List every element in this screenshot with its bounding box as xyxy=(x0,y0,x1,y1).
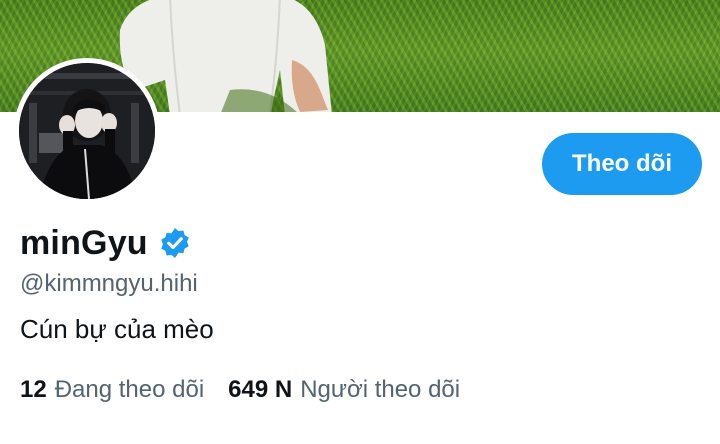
profile-avatar[interactable] xyxy=(14,58,160,204)
verified-badge-icon[interactable] xyxy=(158,226,192,260)
following-count: 12 xyxy=(20,376,47,403)
follow-button[interactable]: Theo dõi xyxy=(542,133,702,195)
display-name: minGyu xyxy=(20,223,148,262)
following-label: Đang theo dõi xyxy=(54,376,205,403)
profile-stats: 12 Đang theo dõi 649 N Người theo dõi xyxy=(20,376,484,404)
profile-bio: Cún bự của mèo xyxy=(20,314,214,344)
followers-count: 649 N xyxy=(228,376,293,403)
avatar-photo xyxy=(19,63,155,199)
following-stat-link[interactable]: 12 Đang theo dõi xyxy=(20,376,204,404)
followers-stat-link[interactable]: 649 N Người theo dõi xyxy=(228,376,460,404)
followers-label: Người theo dõi xyxy=(300,376,461,403)
profile-name-row: minGyu xyxy=(20,222,192,264)
username-handle: @kimmngyu.hihi xyxy=(20,270,198,297)
